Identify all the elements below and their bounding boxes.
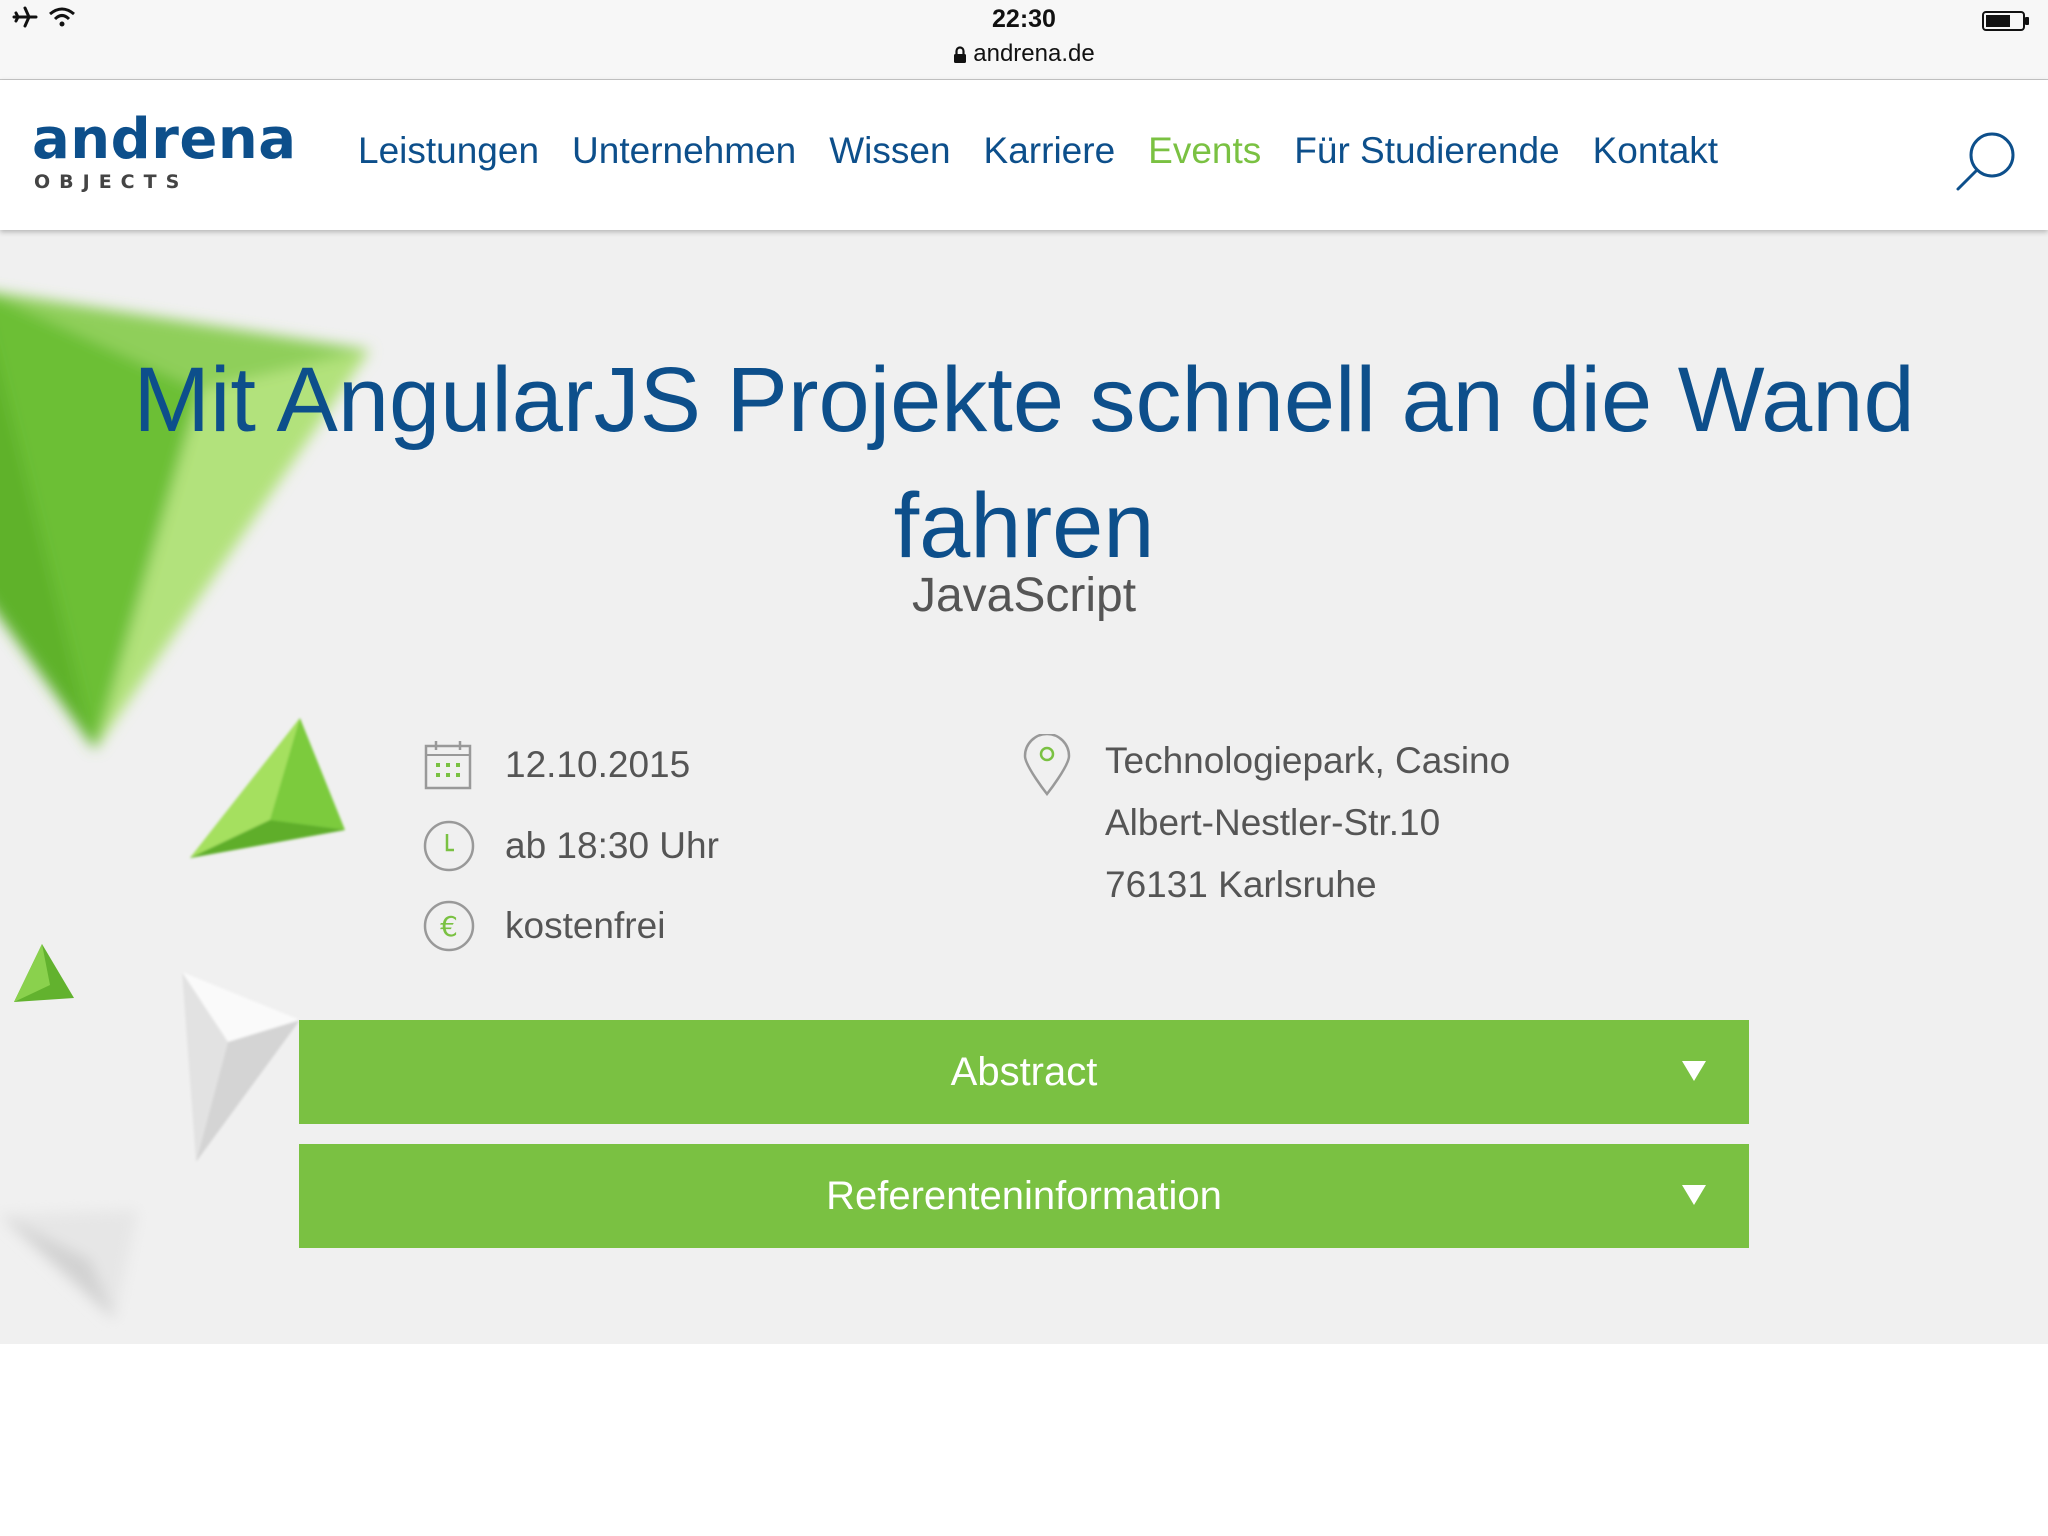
event-category: JavaScript [911, 569, 1137, 622]
event-price-row: kostenfrei [505, 900, 665, 952]
calendar-icon [424, 741, 472, 790]
mid-green-shape [190, 718, 345, 858]
main-nav: Leistungen Unternehmen Wissen Karriere E… [358, 130, 1718, 172]
speaker-info-accordion[interactable]: Referenteninformation [299, 1144, 1749, 1248]
location-street: Albert-Nestler-Str.10 [1105, 802, 1441, 843]
location-pin-icon [1023, 734, 1071, 796]
lock-icon [954, 46, 967, 63]
search-icon[interactable] [1954, 130, 2018, 194]
chevron-down-icon [1682, 1061, 1706, 1081]
event-time-row: ab 18:30 Uhr [505, 820, 719, 872]
nav-item-leistungen[interactable]: Leistungen [358, 130, 539, 172]
battery-icon [1982, 11, 2029, 31]
nav-item-fuer-studierende[interactable]: Für Studierende [1294, 130, 1559, 172]
nav-item-wissen[interactable]: Wissen [829, 130, 950, 172]
address-bar[interactable]: andrena.de [0, 40, 2048, 68]
location-city: 76131 Karlsruhe [1105, 864, 1377, 905]
logo-subtitle: OBJECTS [34, 171, 189, 193]
site-header: andrena OBJECTS Leistungen Unternehmen W… [0, 80, 2048, 230]
abstract-label: Abstract [950, 1050, 1098, 1094]
event-hero: Mit AngularJS Projekte schnell an die Wa… [0, 230, 2048, 1344]
event-price: kostenfrei [505, 905, 666, 946]
speaker-info-label: Referenteninformation [826, 1174, 1222, 1218]
small-green-shape [14, 944, 74, 1002]
ios-status-bar: 22:30 andrena.de [0, 0, 2048, 80]
url-text: andrena.de [973, 40, 1095, 67]
nav-item-events[interactable]: Events [1148, 130, 1261, 172]
event-date: 12.10.2015 [505, 744, 691, 785]
nav-item-karriere[interactable]: Karriere [984, 130, 1116, 172]
svg-text:€: € [440, 910, 458, 943]
status-time: 22:30 [992, 5, 1056, 33]
location-name: Technologiepark, Casino [1105, 740, 1511, 781]
chevron-down-icon [1682, 1185, 1706, 1205]
nav-item-unternehmen[interactable]: Unternehmen [572, 130, 796, 172]
event-title: Mit AngularJS Projekte schnell an die Wa… [133, 348, 1915, 577]
logo-word: andrena [32, 107, 297, 172]
white-shape [182, 972, 300, 1162]
gray-shape [0, 1210, 138, 1320]
abstract-accordion[interactable]: Abstract [299, 1020, 1749, 1124]
event-date-row: 12.10.2015 [505, 740, 690, 790]
andrena-logo[interactable]: andrena OBJECTS [32, 110, 297, 194]
euro-icon: € [423, 900, 475, 952]
nav-item-kontakt[interactable]: Kontakt [1593, 130, 1718, 172]
event-time: ab 18:30 Uhr [505, 825, 719, 866]
clock-icon [423, 820, 475, 872]
